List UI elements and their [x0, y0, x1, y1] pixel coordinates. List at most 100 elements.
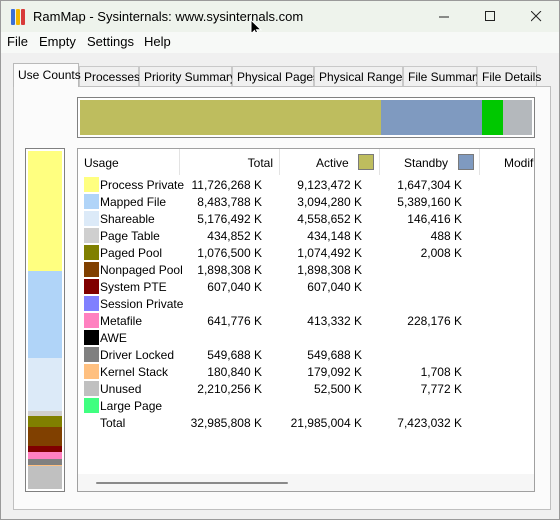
usage-label: Driver Locked: [100, 348, 175, 362]
table-row[interactable]: Shareable 5,176,492 K 4,558,652 K 146,416 K…: [78, 210, 534, 227]
column-active-header[interactable]: Active: [280, 149, 380, 175]
usage-color-swatch: [84, 245, 99, 260]
usage-color-swatch: [84, 398, 99, 413]
tab-strip: Use Counts Processes Priority Summary Ph…: [13, 63, 551, 87]
usage-bar-segment: [28, 358, 62, 412]
usage-color-swatch: [84, 364, 99, 379]
cell-total: 434,852 K: [207, 229, 262, 243]
tab-use-counts[interactable]: Use Counts: [13, 63, 81, 87]
table-row[interactable]: System PTE 607,040 K 607,040 K: [78, 278, 534, 295]
usage-color-swatch: [84, 330, 99, 345]
rammap-app-icon: [11, 9, 27, 25]
table-row[interactable]: Nonpaged Pool 1,898,308 K 1,898,308 K: [78, 261, 534, 278]
cell-total: 641,776 K: [207, 314, 262, 328]
table-row[interactable]: Page Table 434,852 K 434,148 K 488 K: [78, 227, 534, 244]
usage-label: AWE: [100, 331, 127, 345]
cell-total: 8,483,788 K: [197, 195, 262, 209]
horizontal-scrollbar[interactable]: [78, 474, 534, 491]
usage-color-swatch: [84, 381, 99, 396]
usage-label: Total: [100, 416, 126, 430]
table-row[interactable]: AWE: [78, 329, 534, 346]
usage-color-swatch: [84, 177, 99, 192]
menu-settings[interactable]: Settings: [87, 34, 134, 49]
close-icon: [530, 11, 541, 22]
cell-total: 549,688 K: [207, 348, 262, 362]
active-legend-swatch: [358, 154, 374, 170]
use-counts-table[interactable]: Usage Total Active Standby Modifie Proce…: [77, 148, 535, 492]
maximize-icon: [484, 11, 495, 21]
table-row[interactable]: Large Page: [78, 397, 534, 414]
cell-standby: 228,176 K: [407, 314, 462, 328]
maximize-button[interactable]: [467, 1, 513, 32]
title-bar[interactable]: RamMap - Sysinternals: www.sysinternals.…: [1, 1, 559, 32]
column-usage[interactable]: Usage: [78, 149, 180, 175]
cell-standby: 7,772 K: [420, 382, 462, 396]
close-button[interactable]: [513, 1, 559, 32]
usage-bar-segment: [28, 415, 62, 427]
menu-file[interactable]: File: [7, 34, 28, 49]
usage-color-swatch: [84, 313, 99, 328]
minimize-button[interactable]: [421, 1, 467, 32]
column-modified[interactable]: Modifie: [480, 149, 534, 175]
tab-physical-pages[interactable]: Physical Pages: [232, 66, 319, 87]
window-title: RamMap - Sysinternals: www.sysinternals.…: [33, 9, 304, 24]
table-row[interactable]: Driver Locked 549,688 K 549,688 K: [78, 346, 534, 363]
usage-color-swatch: [84, 211, 99, 226]
cell-active: 4,558,652 K: [297, 212, 362, 226]
summary-bar-segment-active: [80, 100, 381, 135]
column-total[interactable]: Total: [180, 149, 280, 175]
tab-file-summary[interactable]: File Summary: [403, 66, 482, 87]
horizontal-scrollbar-thumb[interactable]: [96, 482, 288, 484]
cell-active: 607,040 K: [307, 280, 362, 294]
usage-label: Paged Pool: [100, 246, 163, 260]
cell-standby: 488 K: [430, 229, 462, 243]
tab-priority-summary[interactable]: Priority Summary: [139, 66, 236, 87]
usage-label: Mapped File: [100, 195, 167, 209]
minimize-icon: [438, 16, 449, 18]
table-row[interactable]: Total 32,985,808 K 21,985,004 K 7,423,032 K…: [78, 414, 534, 431]
cell-total: 11,726,268 K: [191, 178, 262, 192]
cell-active: 1,074,492 K: [297, 246, 362, 260]
usage-label: Unused: [100, 382, 142, 396]
table-row[interactable]: Paged Pool 1,076,500 K 1,074,492 K 2,008 K: [78, 244, 534, 261]
summary-bar-segment-free: [482, 100, 503, 135]
cell-active: 434,148 K: [307, 229, 362, 243]
cell-active: 1,898,308 K: [297, 263, 362, 277]
cell-total: 607,040 K: [207, 280, 262, 294]
tab-processes[interactable]: Processes: [79, 66, 140, 87]
memory-summary-bar: [77, 97, 535, 138]
usage-label: Large Page: [100, 399, 163, 413]
usage-color-swatch: [84, 194, 99, 209]
cell-standby: 146,416 K: [407, 212, 462, 226]
cell-standby: 2,008 K: [420, 246, 462, 260]
table-row[interactable]: Mapped File 8,483,788 K 3,094,280 K 5,389,1…: [78, 193, 534, 210]
usage-label: Kernel Stack: [100, 365, 169, 379]
cell-active: 52,500 K: [313, 382, 362, 396]
table-row[interactable]: Metafile 641,776 K 413,332 K 228,176 K: [78, 312, 534, 329]
tab-physical-ranges[interactable]: Physical Ranges: [314, 66, 408, 87]
table-row[interactable]: Session Private: [78, 295, 534, 312]
cell-total: 5,176,492 K: [197, 212, 262, 226]
cell-total: 1,076,500 K: [197, 246, 262, 260]
menu-empty[interactable]: Empty: [39, 34, 76, 49]
column-standby: Standby: [404, 156, 449, 170]
cell-standby: 5,389,160 K: [397, 195, 462, 209]
cell-active: 549,688 K: [307, 348, 362, 362]
rammap-window: RamMap - Sysinternals: www.sysinternals.…: [0, 0, 560, 520]
menu-help[interactable]: Help: [144, 34, 171, 49]
tab-file-details[interactable]: File Details: [477, 66, 541, 87]
usage-color-swatch: [84, 296, 99, 311]
usage-color-swatch: [84, 262, 99, 277]
summary-bar-segment-other: [502, 100, 532, 135]
usage-label: Metafile: [100, 314, 143, 328]
cell-standby: 7,423,032 K: [397, 416, 462, 430]
table-row[interactable]: Kernel Stack 180,840 K 179,092 K 1,708 K: [78, 363, 534, 380]
table-row[interactable]: Unused 2,210,256 K 52,500 K 7,772 K: [78, 380, 534, 397]
usage-bar-segment: [28, 151, 62, 272]
table-row[interactable]: Process Private 11,726,268 K 9,123,472 K 1,…: [78, 176, 534, 193]
usage-label: Shareable: [100, 212, 155, 226]
usage-bar-segment: [28, 466, 62, 489]
column-standby-header[interactable]: Standby: [380, 149, 480, 175]
cell-active: 21,985,004 K: [290, 416, 362, 430]
usage-label: Page Table: [100, 229, 160, 243]
